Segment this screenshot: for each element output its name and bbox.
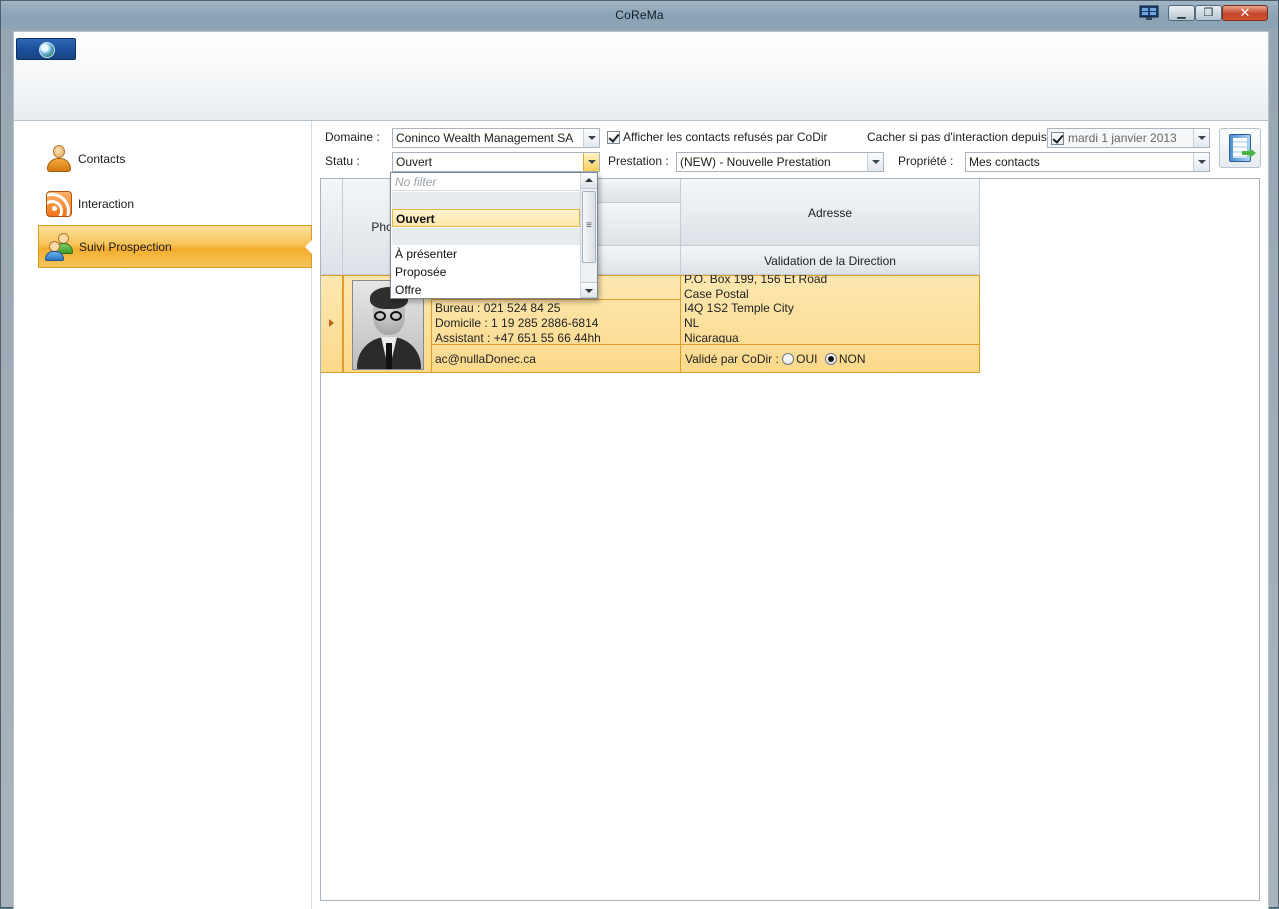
close-button[interactable]: ✕ <box>1222 5 1268 21</box>
dropdown-option-a-presenter[interactable]: À présenter <box>392 245 580 263</box>
address-line: Nicaragua <box>684 331 739 343</box>
statu-select[interactable]: Ouvert <box>392 152 600 172</box>
phone-domicile: Domicile : 1 19 285 2886-6814 <box>435 316 599 330</box>
no-filter-option[interactable]: No filter <box>392 173 580 191</box>
main-panel: Domaine : Coninco Wealth Management SA A… <box>312 121 1270 909</box>
export-button[interactable] <box>1219 128 1261 168</box>
ribbon <box>13 31 1269 121</box>
notebook-icon <box>1229 134 1251 162</box>
dropdown-option-proposee[interactable]: Proposée <box>392 263 580 281</box>
cell-divider <box>680 275 681 373</box>
statu-label: Statu : <box>325 154 360 168</box>
dropdown-scrollbar[interactable] <box>580 173 597 298</box>
statu-value: Ouvert <box>396 155 433 169</box>
propriete-select[interactable]: Mes contacts <box>965 152 1210 172</box>
rss-feed-icon <box>44 189 74 219</box>
prestation-select[interactable]: (NEW) - Nouvelle Prestation <box>676 152 884 172</box>
content-area: Contacts Interaction Suivi Prospection D… <box>13 121 1269 909</box>
address-line: P.O. Box 199, 156 Et Road <box>684 275 828 286</box>
propriete-label: Propriété : <box>898 154 954 168</box>
address-cell[interactable]: P.O. Box 199, 156 Et Road Case Postal I4… <box>684 275 978 343</box>
column-header-validation[interactable]: Validation de la Direction <box>681 246 980 275</box>
row-indicator-header <box>321 179 343 275</box>
column-header-adresse[interactable]: Adresse <box>681 179 980 246</box>
domaine-select[interactable]: Coninco Wealth Management SA <box>392 128 600 148</box>
chevron-down-icon[interactable] <box>1193 129 1209 147</box>
sidebar: Contacts Interaction Suivi Prospection <box>14 121 312 909</box>
contact-person-icon <box>44 144 74 174</box>
restore-icon: ❐ <box>1203 7 1214 19</box>
cacher-date-value: mardi 1 janvier 2013 <box>1068 131 1177 145</box>
valide-label: Validé par CoDir : <box>685 352 779 366</box>
application-menu-button[interactable] <box>16 38 76 60</box>
address-line: NL <box>684 316 700 330</box>
scroll-thumb[interactable] <box>582 191 596 263</box>
minimize-icon: ▁ <box>1177 7 1186 19</box>
afficher-refuses-label: Afficher les contacts refusés par CoDir <box>623 130 828 144</box>
address-line: Case Postal <box>684 287 749 301</box>
email-link[interactable]: ac@nullaDonec.ca <box>435 352 536 366</box>
statu-dropdown-list[interactable]: No filter Ouvert À présenter Proposée Of… <box>390 172 598 299</box>
app-logo-icon <box>39 42 55 58</box>
dropdown-option-empty[interactable] <box>392 192 580 210</box>
phone-bureau: Bureau : 021 524 84 25 <box>435 301 561 315</box>
domaine-label: Domaine : <box>325 130 380 144</box>
maximize-button[interactable]: ❐ <box>1195 5 1222 21</box>
app-window: CoReMa ▁ ❐ ✕ Contacts Interaction Suivi … <box>0 0 1279 909</box>
cell-divider <box>432 299 681 300</box>
cell-divider <box>979 275 980 373</box>
sidebar-item-suivi-prospection[interactable]: Suivi Prospection <box>38 225 312 268</box>
chevron-down-icon[interactable] <box>1193 153 1209 171</box>
sidebar-item-contacts[interactable]: Contacts <box>38 137 312 180</box>
cacher-label: Cacher si pas d'interaction depuis <box>867 130 1047 144</box>
chevron-down-icon[interactable] <box>583 129 599 147</box>
afficher-refuses-checkbox[interactable] <box>607 131 620 144</box>
sidebar-item-label: Contacts <box>78 151 126 166</box>
scroll-down-icon[interactable] <box>581 282 597 298</box>
minimize-button[interactable]: ▁ <box>1168 5 1195 21</box>
title-bar[interactable]: CoReMa ▁ ❐ ✕ <box>1 1 1278 29</box>
oui-label: OUI <box>796 352 818 366</box>
scroll-up-icon[interactable] <box>581 173 597 189</box>
address-line: I4Q 1S2 Temple City <box>684 301 794 315</box>
non-radio[interactable] <box>824 353 837 365</box>
chevron-down-icon[interactable] <box>867 153 883 171</box>
monitor-icon[interactable] <box>1139 5 1159 21</box>
sidebar-item-interaction[interactable]: Interaction <box>38 182 312 225</box>
dropdown-option-offre[interactable]: Offre <box>392 281 580 298</box>
close-icon: ✕ <box>1239 5 1251 20</box>
non-label: NON <box>838 352 866 366</box>
validation-cell: Validé par CoDir : OUI NON <box>685 352 866 366</box>
dropdown-option-ouvert[interactable]: Ouvert <box>392 209 580 227</box>
prestation-value: (NEW) - Nouvelle Prestation <box>680 155 831 169</box>
cacher-date-picker[interactable]: mardi 1 janvier 2013 <box>1047 128 1210 148</box>
sidebar-item-label: Interaction <box>78 196 135 211</box>
prestation-label: Prestation : <box>608 154 669 168</box>
oui-radio[interactable] <box>782 353 795 365</box>
row-indicator-icon <box>321 275 343 373</box>
dropdown-option-empty[interactable] <box>392 228 580 246</box>
people-group-icon <box>45 232 75 262</box>
chevron-down-icon[interactable] <box>583 153 599 171</box>
sidebar-item-label: Suivi Prospection <box>79 239 172 254</box>
cacher-checkbox[interactable] <box>1051 132 1064 145</box>
window-title: CoReMa <box>615 8 664 22</box>
propriete-value: Mes contacts <box>969 155 1040 169</box>
domaine-value: Coninco Wealth Management SA <box>396 131 574 145</box>
phone-assistant: Assistant : +47 651 55 66 44hh <box>435 331 601 345</box>
